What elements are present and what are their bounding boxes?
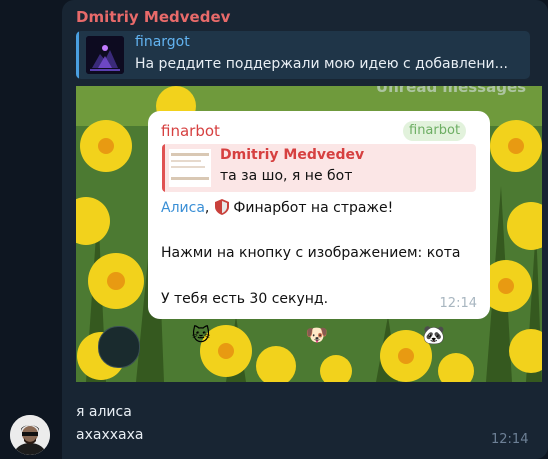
mention-line: Алиса, Финарбот на страже! [161,199,393,219]
sender-avatar[interactable] [10,415,50,455]
bot-badge: finarbot [403,121,467,141]
inner-reply-thumbnail [169,149,211,187]
message-text-line-1: я алиса [76,404,132,420]
avatar-in-photo [98,326,140,368]
reply-accent-bar [76,31,79,79]
reply-thumbnail [86,36,124,74]
user-mention: Алиса [161,200,205,216]
reply-text: На реддите поддержали мою идею с добавле… [135,56,509,72]
inner-reply-text: та за шо, я не бот [220,168,353,184]
captcha-prompt: Нажми на кнопку с изображением: кота [161,245,461,261]
bot-message-card: finarbot finarbot Dmitriy Medvedev та за… [148,111,490,319]
bot-name: finarbot [161,122,220,140]
inner-reply-name: Dmitriy Medvedev [220,147,365,163]
shield-icon [215,199,230,219]
inner-reply-preview: Dmitriy Medvedev та за шо, я не бот [162,144,476,192]
guard-headline: Финарбот на страже! [233,200,394,216]
sender-name[interactable]: Dmitriy Medvedev [76,8,230,26]
inner-reply-accent-bar [162,144,165,192]
cat-emoji-button[interactable]: 🐱 [189,324,213,348]
mention-comma: , [204,200,210,216]
reply-preview[interactable]: finargot На реддите поддержали мою идею … [76,31,530,79]
captcha-timer-text: У тебя есть 30 секунд. [161,291,329,307]
message-text-line-2: ахаххаха [76,427,144,443]
message-time: 12:14 [491,432,529,447]
card-time: 12:14 [439,296,477,311]
panda-emoji-button[interactable]: 🐼 [422,324,446,348]
dog-emoji-button[interactable]: 🐶 [305,324,329,348]
message-photo[interactable]: Unread messages finarbot finarbot Dmitri… [76,86,542,382]
reply-title: finargot [135,34,190,50]
unread-messages-label: Unread messages [375,86,527,96]
